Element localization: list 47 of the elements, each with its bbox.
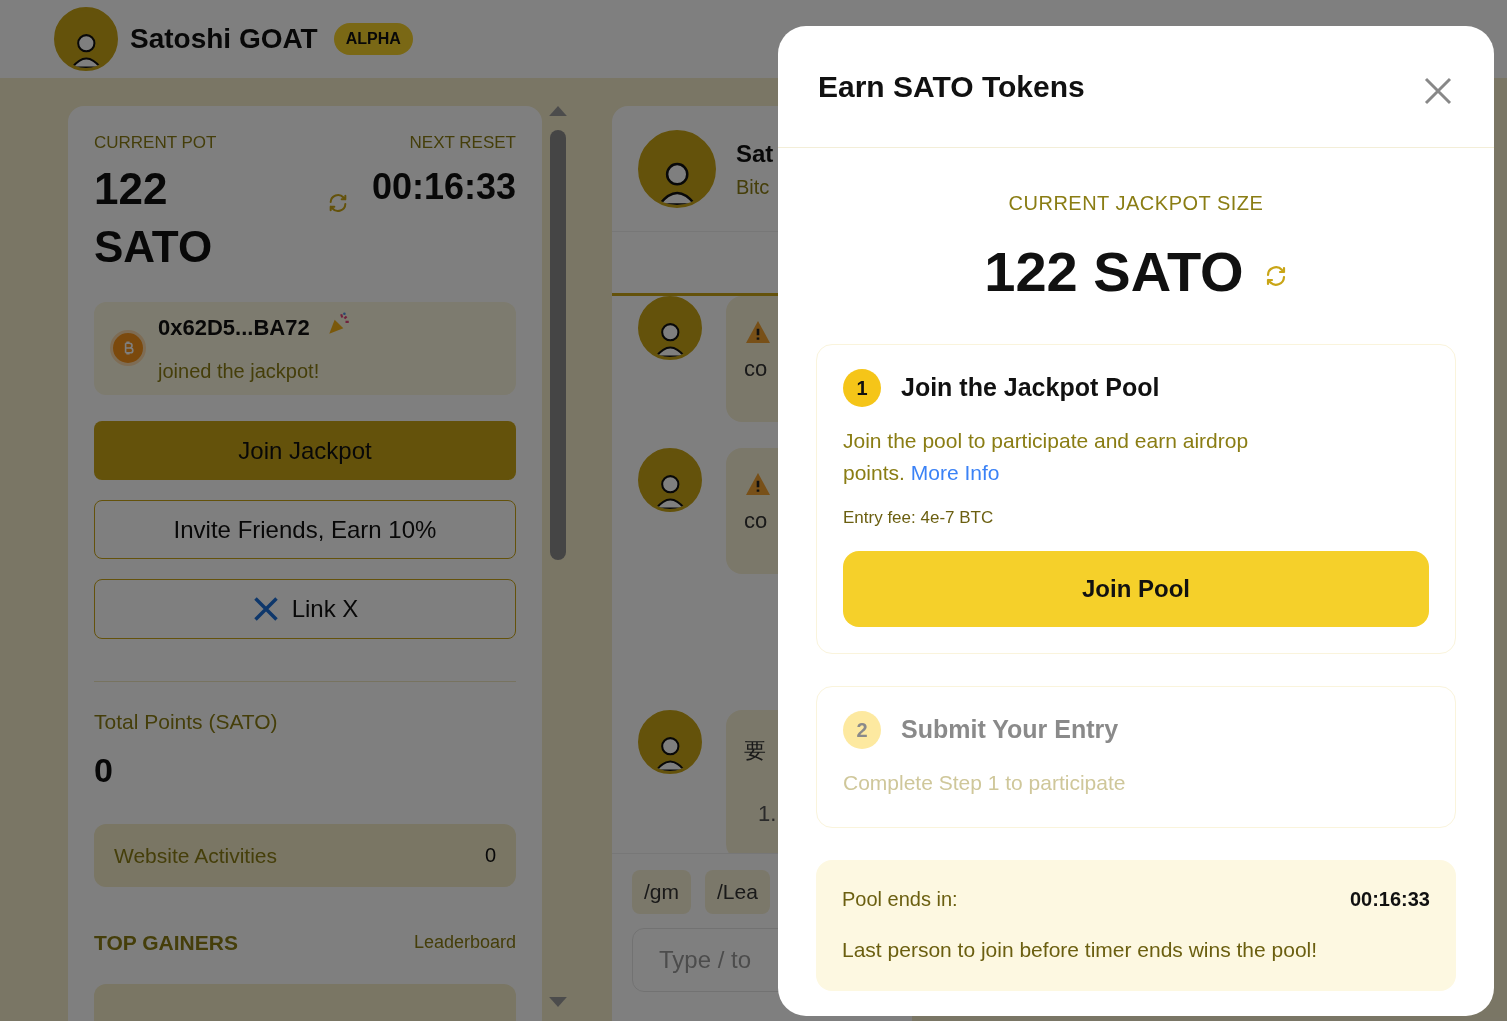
command-chip[interactable]: /Lea: [705, 870, 770, 914]
join-pool-button[interactable]: Join Pool: [843, 550, 1429, 627]
alpha-badge: ALPHA: [333, 23, 413, 55]
bitcoin-icon: [110, 330, 146, 367]
timer-value: 00:16:33: [1349, 886, 1430, 912]
join-jackpot-button[interactable]: Join Jackpot: [94, 421, 516, 481]
pot-value: 122 SATO: [94, 162, 214, 273]
chat-name: Sat: [736, 138, 774, 169]
timer-label: Pool ends in:: [842, 886, 958, 912]
modal-title: Earn SATO Tokens: [818, 69, 1085, 105]
x-logo-icon: [251, 595, 280, 623]
message-text: co: [744, 355, 768, 383]
avatar: [638, 710, 702, 774]
step-description: Join the pool to participate and earn airdrop points. More Info: [843, 428, 1250, 486]
warning-icon: [744, 320, 772, 344]
invite-button[interactable]: Invite Friends, Earn 10%: [94, 500, 516, 560]
message-text: co: [744, 507, 768, 535]
step-number: 1: [843, 369, 881, 407]
step-description: Complete Step 1 to participate: [843, 769, 1127, 796]
wallet-address: 0x62D5...BA72: [158, 313, 310, 342]
points-label: Total Points (SATO): [94, 708, 279, 735]
warning-icon: [744, 472, 772, 496]
row-label: Website Activities: [114, 842, 277, 869]
step-title: Join the Jackpot Pool: [901, 372, 1160, 404]
activity-message: joined the jackpot!: [158, 358, 321, 384]
leaderboard-link[interactable]: Leaderboard: [413, 928, 516, 956]
entry-fee: Entry fee: 4e-7 BTC: [843, 507, 995, 529]
link-x-button[interactable]: Link X: [94, 579, 516, 639]
jackpot-value: 122 SATO: [984, 239, 1244, 305]
points-value: 0: [94, 750, 114, 792]
scrollbar-thumb[interactable]: [550, 130, 566, 560]
message-text: 要: [744, 737, 766, 765]
app-title: Satoshi GOAT: [130, 22, 318, 56]
more-info-link[interactable]: More Info: [910, 461, 1000, 484]
row-value: 0: [484, 843, 496, 869]
command-chip[interactable]: /gm: [632, 870, 691, 914]
scroll-up-icon[interactable]: [549, 106, 567, 116]
section-title: TOP GAINERS: [94, 929, 238, 956]
chat-subtitle: Bitc: [736, 174, 771, 200]
pot-label: CURRENT POT: [94, 132, 218, 154]
step-title: Submit Your Entry: [901, 713, 1119, 745]
reset-timer: 00:16:33: [371, 164, 516, 209]
jackpot-label: CURRENT JACKPOT SIZE: [1008, 191, 1264, 216]
list-number: 1.: [758, 800, 777, 828]
scroll-down-icon[interactable]: [549, 997, 567, 1007]
reset-label: NEXT RESET: [409, 132, 516, 154]
step-number: 2: [843, 710, 881, 749]
